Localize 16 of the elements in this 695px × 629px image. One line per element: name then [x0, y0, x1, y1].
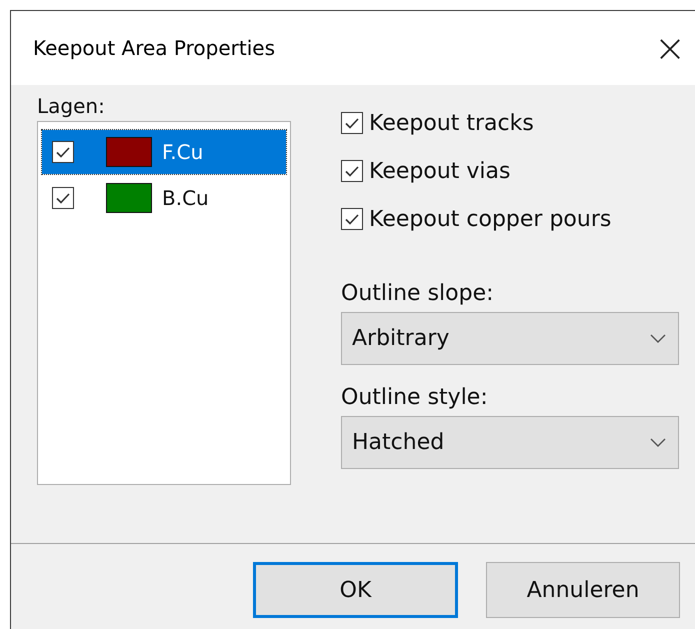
checkbox-label: Keepout vias — [369, 158, 510, 184]
dropdown-label: Outline style: — [341, 385, 489, 410]
layer-row[interactable]: F.Cu — [42, 130, 286, 174]
cancel-button[interactable]: Annuleren — [486, 562, 680, 618]
dropdown[interactable]: Arbitrary — [341, 312, 679, 365]
dropdown[interactable]: Hatched — [341, 416, 679, 469]
layers-label: Lagen: — [37, 93, 106, 119]
ok-button[interactable]: OK — [253, 562, 458, 618]
checkbox-label: Keepout tracks — [369, 110, 534, 136]
dropdown-label: Outline slope: — [341, 281, 495, 306]
layer-name: B.Cu — [162, 186, 209, 210]
layer-row[interactable]: B.Cu — [42, 176, 286, 220]
layer-name: F.Cu — [162, 140, 204, 164]
close-button[interactable]: × — [640, 18, 695, 78]
window-title: Keepout Area Properties — [33, 36, 275, 60]
checkbox-label: Keepout copper pours — [369, 206, 612, 232]
